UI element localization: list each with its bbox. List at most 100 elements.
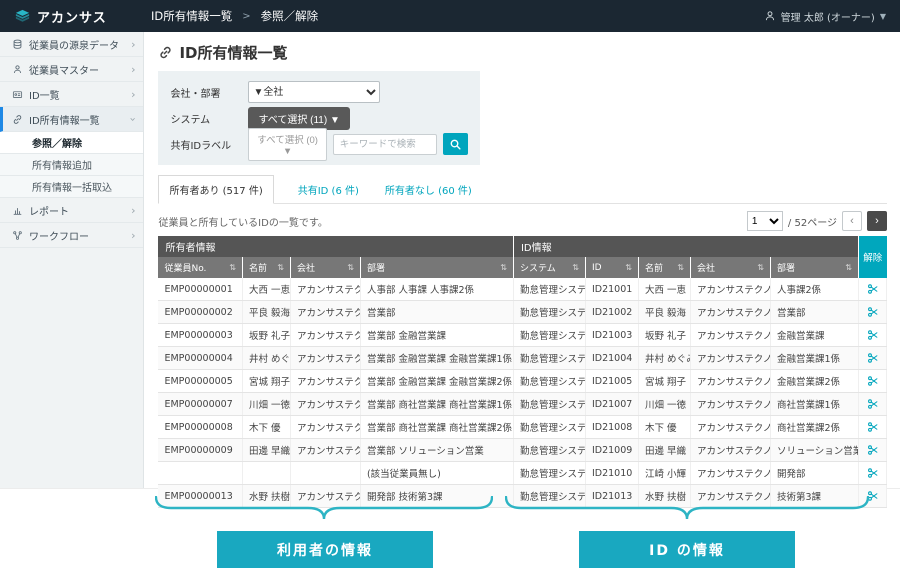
owner-dept-cell: 営業部 商社営業課 商社営業課2係	[360, 415, 514, 439]
owner-dept-cell: 営業部 商社営業課 商社営業課1係	[360, 392, 514, 416]
release-button[interactable]	[858, 346, 887, 370]
system-cell: 勤怠管理システム	[513, 461, 586, 485]
app-logo[interactable]: アカンサス	[0, 7, 145, 26]
keyword-search-input[interactable]	[332, 133, 437, 155]
sort-icon[interactable]: ⇅	[347, 263, 354, 272]
database-icon	[13, 39, 22, 49]
users-icon	[13, 64, 22, 73]
id-dept-cell: 金融営業課1係	[770, 346, 860, 370]
sidebar-item-label: ID一覧	[29, 90, 60, 102]
sidebar-item-employee-master[interactable]: 従業員マスター ›	[0, 57, 144, 82]
sidebar-subitem-view-release[interactable]: 参照／解除	[0, 132, 144, 154]
release-button[interactable]	[858, 415, 887, 439]
owner-info-group-header: 所有者情報	[158, 236, 514, 257]
page-select[interactable]: 1	[746, 211, 783, 231]
sidebar-subitem-label: 参照／解除	[32, 139, 82, 150]
release-button[interactable]	[858, 461, 887, 485]
col-system: システム	[519, 264, 556, 274]
sort-icon[interactable]: ⇅	[500, 263, 507, 272]
id-dept-cell: 開発部	[770, 461, 860, 485]
scissors-icon	[867, 307, 879, 318]
company-filter-label: 会社・部署	[170, 88, 221, 100]
id-cell: ID21009	[585, 438, 639, 462]
owner-dept-cell: 営業部	[360, 300, 514, 324]
release-button[interactable]	[858, 278, 887, 301]
release-button[interactable]	[858, 438, 887, 462]
next-page-button[interactable]: ›	[867, 211, 887, 231]
owner-company-cell: アカンサステクノ	[290, 300, 361, 324]
sort-icon[interactable]: ⇅	[625, 263, 632, 272]
owner-name-cell	[242, 461, 291, 485]
sidebar-item-report[interactable]: レポート ›	[0, 198, 144, 223]
id-company-cell: アカンサステクノ	[690, 415, 771, 439]
sidebar-item-label: レポート	[29, 206, 69, 218]
owner-company-cell: アカンサステクノ	[290, 278, 361, 301]
table-row: (該当従業員無し)勤怠管理システムID21010江崎 小輝アカンサステクノ開発部	[158, 461, 887, 485]
emp-no-cell: EMP00000001	[158, 278, 243, 301]
scissors-icon	[867, 422, 879, 433]
sort-icon[interactable]: ⇅	[677, 263, 684, 272]
scissors-icon	[867, 284, 879, 295]
company-select[interactable]: ▼全社	[248, 81, 381, 103]
release-button[interactable]	[858, 323, 887, 347]
scissors-icon	[867, 353, 879, 364]
id-name-cell: 井村 めぐみ	[638, 346, 691, 370]
sort-icon[interactable]: ⇅	[845, 263, 852, 272]
system-filter-label: システム	[170, 114, 211, 126]
id-cell: ID21001	[585, 278, 639, 301]
tab-shared-id[interactable]: 共有ID (6 件)	[296, 176, 361, 203]
id-info-group-header: ID情報	[513, 236, 860, 257]
sidebar-item-workflow[interactable]: ワークフロー ›	[0, 223, 144, 248]
id-cell: ID21007	[585, 392, 639, 416]
release-button[interactable]	[858, 369, 887, 393]
chevron-right-icon: ›	[131, 62, 136, 76]
sort-icon[interactable]: ⇅	[229, 263, 236, 272]
tab-has-owner[interactable]: 所有者あり (517 件)	[158, 175, 274, 204]
sort-icon[interactable]: ⇅	[757, 263, 764, 272]
owner-dept-cell: 営業部 ソリューション営業	[360, 438, 514, 462]
shared-id-select-button[interactable]: すべて選択 (0) ▼	[248, 127, 327, 161]
scissors-icon	[867, 445, 879, 456]
id-ownership-table: 所有者情報 ID情報 解除 従業員No. ⇅ 名前 ⇅ 会社 ⇅ 部署 ⇅ システム ⇅ …	[158, 236, 887, 508]
release-button[interactable]	[858, 392, 887, 416]
id-cell: ID21005	[585, 369, 639, 393]
sidebar-subitem-add-ownership[interactable]: 所有情報追加	[0, 154, 144, 176]
sort-icon[interactable]: ⇅	[572, 263, 579, 272]
table-row: EMP00000004井村 めぐみアカンサステクノ営業部 金融営業課 金融営業課…	[158, 346, 887, 370]
chevron-down-icon: ▼	[879, 11, 886, 21]
owner-name-cell: 川畑 一徳	[242, 392, 291, 416]
tab-no-owner[interactable]: 所有者なし (60 件)	[383, 176, 474, 203]
sort-icon[interactable]: ⇅	[277, 263, 284, 272]
workflow-icon	[13, 230, 22, 240]
owner-company-cell: アカンサステクノ	[290, 369, 361, 393]
pagination: 1 / 52ページ ‹ ›	[746, 211, 887, 231]
system-cell: 勤怠管理システム	[513, 300, 586, 324]
owner-dept-cell: 営業部 金融営業課 金融営業課1係	[360, 346, 514, 370]
user-icon	[765, 11, 774, 21]
id-info-annotation-label: ID の情報	[579, 531, 795, 568]
id-dept-cell: ソリューション営業	[770, 438, 860, 462]
sidebar-item-id-list[interactable]: ID一覧 ›	[0, 82, 144, 107]
release-button[interactable]	[858, 300, 887, 324]
breadcrumb-first[interactable]: ID所有情報一覧	[151, 8, 232, 24]
sidebar-item-id-ownership[interactable]: ID所有情報一覧 ›	[0, 107, 144, 132]
id-name-cell: 大西 一恵	[638, 278, 691, 301]
owner-dept-cell: 人事部 人事課 人事課2係	[360, 278, 514, 301]
id-dept-cell: 金融営業課	[770, 323, 860, 347]
breadcrumb: ID所有情報一覧 > 参照／解除	[145, 8, 318, 24]
owner-company-cell	[290, 461, 361, 485]
col-id: ID	[591, 262, 602, 273]
prev-page-button[interactable]: ‹	[842, 211, 862, 231]
id-card-icon	[12, 90, 23, 98]
search-button[interactable]	[442, 133, 469, 155]
table-row: EMP00000002平良 毅海アカンサステクノ営業部勤怠管理システムID210…	[158, 300, 887, 324]
scissors-icon	[867, 399, 879, 410]
id-company-cell: アカンサステクノ	[690, 438, 771, 462]
owner-name-cell: 坂野 礼子	[242, 323, 291, 347]
id-name-cell: 坂野 礼子	[638, 323, 691, 347]
sidebar-item-source-data[interactable]: 従業員の源泉データ ›	[0, 32, 144, 57]
system-select-button[interactable]: すべて選択 (11) ▼	[248, 106, 350, 130]
sidebar-subitem-bulk-import[interactable]: 所有情報一括取込	[0, 176, 144, 198]
table-body: EMP00000001大西 一恵アカンサステクノ人事部 人事課 人事課2係勤怠管…	[158, 278, 887, 508]
user-menu[interactable]: 管理 太郎 (オーナー) ▼	[764, 9, 900, 24]
